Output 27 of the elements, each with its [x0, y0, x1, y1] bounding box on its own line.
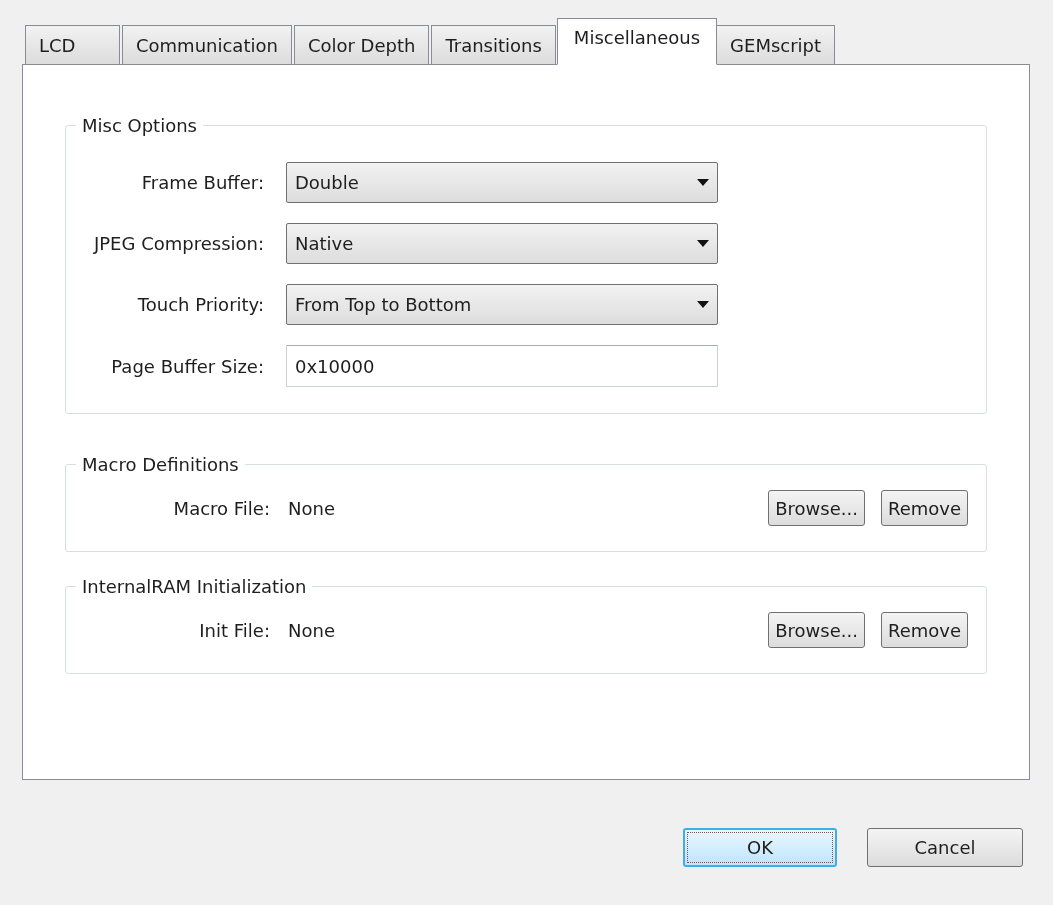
dropdown[interactable]: Native: [286, 223, 718, 264]
file-value: None: [288, 618, 336, 643]
tab[interactable]: Transitions: [431, 25, 556, 65]
tab[interactable]: Miscellaneous: [556, 18, 718, 65]
tab[interactable]: Color Depth: [293, 25, 430, 65]
ok-button[interactable]: OK: [683, 828, 837, 867]
caret-icon: [697, 301, 709, 308]
tab[interactable]: GEMscript: [716, 25, 836, 65]
field-label: Touch Priority:: [136, 293, 265, 317]
tab[interactable]: Communication: [122, 25, 292, 65]
field-label: Page Buffer Size:: [110, 354, 265, 379]
dropdown[interactable]: Double: [286, 162, 718, 203]
input-field[interactable]: 0x10000: [286, 345, 718, 387]
dropdown[interactable]: From Top to Bottom: [286, 284, 718, 325]
caret-icon: [697, 240, 709, 247]
browse-button[interactable]: Browse...: [768, 612, 865, 648]
file-value: None: [288, 496, 336, 521]
field-label: JPEG Compression:: [92, 232, 265, 256]
remove-button[interactable]: Remove: [880, 490, 968, 526]
browse-button[interactable]: Browse...: [768, 490, 865, 526]
caret-icon: [697, 179, 709, 186]
field-label: Frame Buffer:: [140, 171, 265, 195]
field-label: Macro File:: [172, 496, 271, 521]
field-label: Init File:: [198, 618, 271, 643]
cancel-button[interactable]: Cancel: [867, 828, 1023, 867]
tab[interactable]: LCD: [25, 25, 120, 65]
remove-button[interactable]: Remove: [880, 612, 968, 648]
